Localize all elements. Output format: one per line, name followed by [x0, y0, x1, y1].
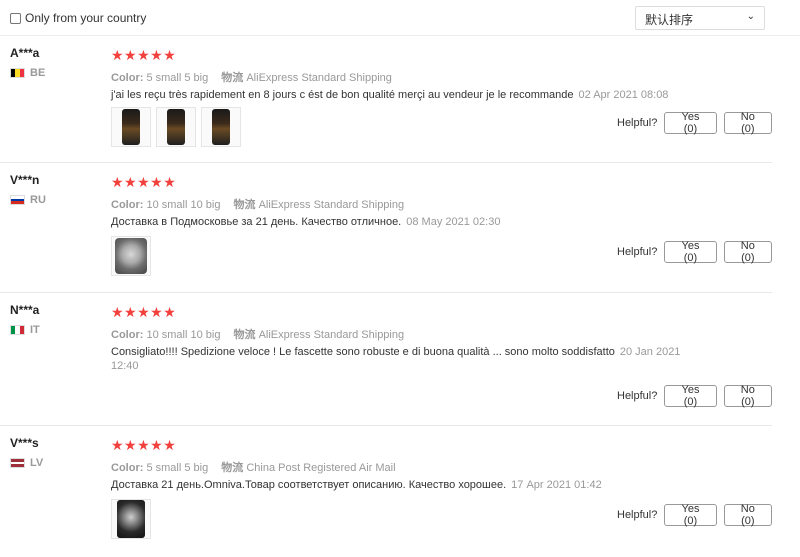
reviewer-country: LV	[10, 457, 43, 469]
shipping-label: 物流	[233, 329, 256, 341]
review-photo[interactable]	[111, 236, 151, 276]
color-value: 5 small 5 big	[146, 462, 209, 474]
helpful-no-button[interactable]: No (0)	[723, 240, 772, 264]
reviewer-country: IT	[10, 324, 40, 336]
country-filter-label: Only from your country	[25, 11, 147, 25]
review-photo[interactable]	[156, 107, 196, 147]
shipping-label: 物流	[221, 72, 244, 84]
shipping-label: 物流	[221, 462, 244, 474]
shipping-value: AliExpress Standard Shipping	[258, 199, 405, 211]
review-text: Consigliato!!!! Spedizione veloce ! Le f…	[111, 345, 681, 373]
star-rating: ★★★★★	[111, 47, 177, 63]
helpful-vote: Helpful? Yes (0) No (0)	[617, 384, 772, 408]
helpful-vote: Helpful? Yes (0) No (0)	[617, 111, 772, 135]
helpful-label: Helpful?	[617, 509, 658, 521]
reviewer-name: V***n	[10, 173, 40, 187]
review-body: Доставка 21 день.Omniva.Товар соответств…	[111, 479, 507, 491]
review-meta: Color: 5 small 5 big 物流 China Post Regis…	[111, 459, 396, 475]
helpful-yes-button[interactable]: Yes (0)	[664, 111, 717, 135]
review-date: 08 May 2021 02:30	[406, 216, 501, 228]
review-photos	[111, 107, 241, 147]
country-code: LV	[30, 457, 44, 469]
helpful-vote: Helpful? Yes (0) No (0)	[617, 240, 772, 264]
reviewer-country: BE	[10, 67, 45, 79]
review-meta: Color: 5 small 5 big 物流 AliExpress Stand…	[111, 69, 392, 85]
review-meta: Color: 10 small 10 big 物流 AliExpress Sta…	[111, 326, 404, 342]
review-text: Доставка в Подмосковье за 21 день. Качес…	[111, 215, 681, 229]
review-date: 17 Apr 2021 01:42	[511, 479, 602, 491]
reviewer-name: N***a	[10, 303, 40, 317]
country-code: BE	[30, 67, 46, 79]
chevron-down-icon: ⌄	[746, 11, 755, 22]
helpful-yes-button[interactable]: Yes (0)	[664, 503, 717, 527]
flag-be-icon	[10, 68, 25, 78]
color-value: 10 small 10 big	[146, 329, 221, 341]
star-rating: ★★★★★	[111, 304, 177, 320]
review-item: V***s LV ★★★★★ Color: 5 small 5 big 物流 C…	[0, 426, 772, 557]
shipping-value: AliExpress Standard Shipping	[258, 329, 405, 341]
sort-select[interactable]: 默认排序 ⌄	[635, 6, 765, 30]
helpful-no-button[interactable]: No (0)	[723, 384, 772, 408]
review-item: V***n RU ★★★★★ Color: 10 small 10 big 物流…	[0, 163, 772, 293]
review-body: Consigliato!!!! Spedizione veloce ! Le f…	[111, 346, 615, 358]
country-code: RU	[30, 194, 46, 206]
flag-lv-icon	[10, 458, 25, 468]
flag-ru-icon	[10, 195, 25, 205]
country-code: IT	[30, 324, 40, 336]
review-meta: Color: 10 small 10 big 物流 AliExpress Sta…	[111, 196, 404, 212]
review-photo[interactable]	[111, 107, 151, 147]
review-item: N***a IT ★★★★★ Color: 10 small 10 big 物流…	[0, 293, 772, 426]
review-photos	[111, 236, 151, 276]
helpful-label: Helpful?	[617, 117, 658, 129]
helpful-label: Helpful?	[617, 390, 658, 402]
sort-select-value: 默认排序	[645, 13, 694, 27]
helpful-no-button[interactable]: No (0)	[723, 111, 772, 135]
country-filter[interactable]: Only from your country	[10, 11, 146, 25]
helpful-no-button[interactable]: No (0)	[723, 503, 772, 527]
review-body: j'ai les reçu très rapidement en 8 jours…	[111, 89, 574, 101]
review-photo[interactable]	[201, 107, 241, 147]
star-rating: ★★★★★	[111, 437, 177, 453]
color-label: Color:	[111, 72, 144, 84]
color-value: 10 small 10 big	[146, 199, 221, 211]
helpful-yes-button[interactable]: Yes (0)	[664, 240, 717, 264]
review-item: A***a BE ★★★★★ Color: 5 small 5 big 物流 A…	[0, 36, 772, 163]
color-label: Color:	[111, 199, 144, 211]
review-text: Доставка 21 день.Omniva.Товар соответств…	[111, 478, 681, 492]
color-value: 5 small 5 big	[146, 72, 209, 84]
color-label: Color:	[111, 462, 144, 474]
reviewer-name: V***s	[10, 436, 39, 450]
shipping-label: 物流	[233, 199, 256, 211]
review-photo[interactable]	[111, 499, 151, 539]
flag-it-icon	[10, 325, 25, 335]
helpful-yes-button[interactable]: Yes (0)	[664, 384, 717, 408]
filter-bar: Only from your country 默认排序 ⌄	[0, 0, 800, 36]
shipping-value: China Post Registered Air Mail	[246, 462, 396, 474]
helpful-vote: Helpful? Yes (0) No (0)	[617, 503, 772, 527]
review-date: 02 Apr 2021 08:08	[578, 89, 669, 101]
reviewer-country: RU	[10, 194, 46, 206]
review-body: Доставка в Подмосковье за 21 день. Качес…	[111, 216, 402, 228]
review-photos	[111, 499, 151, 539]
country-checkbox[interactable]	[10, 12, 21, 24]
color-label: Color:	[111, 329, 144, 341]
reviewer-name: A***a	[10, 46, 40, 60]
review-text: j'ai les reçu très rapidement en 8 jours…	[111, 88, 681, 102]
shipping-value: AliExpress Standard Shipping	[246, 72, 392, 84]
helpful-label: Helpful?	[617, 246, 658, 258]
star-rating: ★★★★★	[111, 174, 177, 190]
